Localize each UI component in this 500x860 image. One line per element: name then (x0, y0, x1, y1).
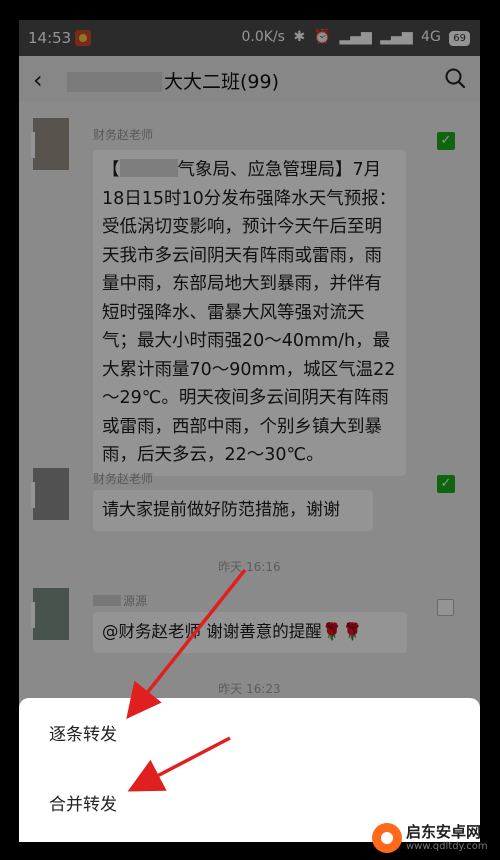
watermark-name: 启东安卓网 (406, 823, 482, 841)
watermark: 启东安卓网 www.qdltdy.com (372, 818, 500, 860)
forward-one-by-one-option[interactable]: 逐条转发 (49, 720, 117, 745)
watermark-url: www.qdltdy.com (406, 841, 488, 852)
watermark-logo-icon (372, 823, 402, 853)
phone-screen: 14:53 0.0K/s ✱ ⏰ ▂▄▆ ▂▄▆ 4G 69 ‹ 大大二班(99… (19, 20, 480, 842)
forward-combined-option[interactable]: 合并转发 (49, 790, 117, 815)
